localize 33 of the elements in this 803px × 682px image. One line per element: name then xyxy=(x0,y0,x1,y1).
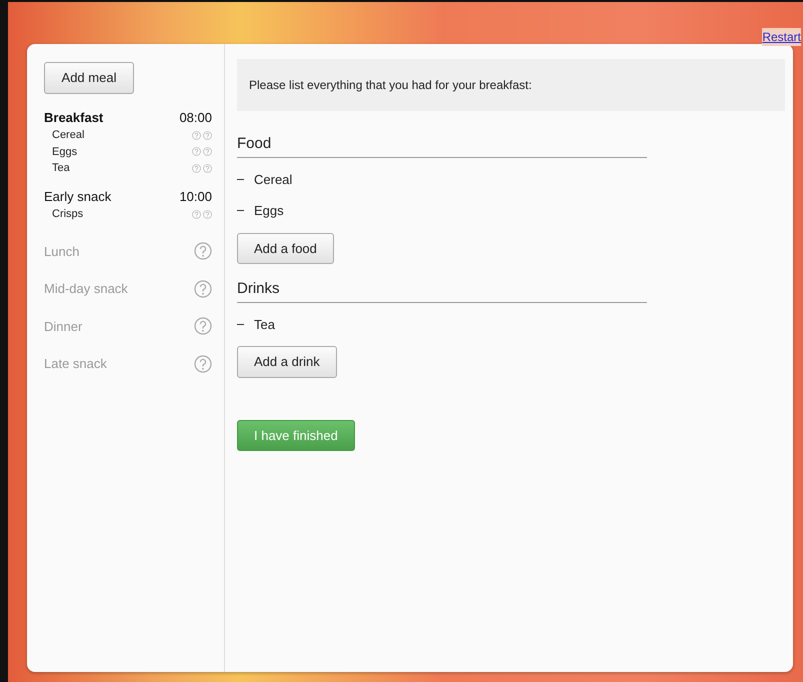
dash-icon xyxy=(237,178,244,180)
meal-item: Cereal xyxy=(52,128,84,143)
meal-time: 08:00 xyxy=(179,108,212,126)
prompt-banner: Please list everything that you had for your breakfast: xyxy=(237,59,785,111)
help-icon[interactable] xyxy=(203,130,212,140)
section-heading: Food xyxy=(237,133,647,158)
help-icon[interactable] xyxy=(192,147,201,156)
section-heading: Drinks xyxy=(237,278,647,302)
list-item: Eggs xyxy=(254,202,284,220)
help-icon[interactable] xyxy=(194,242,212,260)
help-icon[interactable] xyxy=(203,164,212,173)
help-icon[interactable] xyxy=(192,130,201,140)
help-icon[interactable] xyxy=(192,210,201,219)
meal-time: 10:00 xyxy=(179,188,212,206)
dash-icon xyxy=(237,324,244,325)
help-icon[interactable] xyxy=(194,317,212,336)
list-item: Cereal xyxy=(254,170,292,188)
help-icon[interactable] xyxy=(203,147,212,156)
help-icon[interactable] xyxy=(203,210,212,219)
meal-name[interactable]: Early snack xyxy=(44,186,112,206)
meal-item: Tea xyxy=(52,161,70,176)
add-button[interactable]: Add a food xyxy=(237,232,334,264)
list-item: Tea xyxy=(254,316,275,334)
add-button[interactable]: Add a drink xyxy=(237,346,337,378)
meal-name[interactable]: Breakfast xyxy=(44,108,104,127)
meal-item: Eggs xyxy=(52,144,78,160)
add-meal-button[interactable]: Add meal xyxy=(44,62,134,94)
help-icon[interactable] xyxy=(194,354,212,373)
dash-icon xyxy=(237,210,244,212)
help-icon[interactable] xyxy=(192,164,201,173)
meal-item: Crisps xyxy=(52,207,84,222)
help-icon[interactable] xyxy=(194,280,212,298)
restart-link[interactable]: Restart xyxy=(762,28,801,46)
